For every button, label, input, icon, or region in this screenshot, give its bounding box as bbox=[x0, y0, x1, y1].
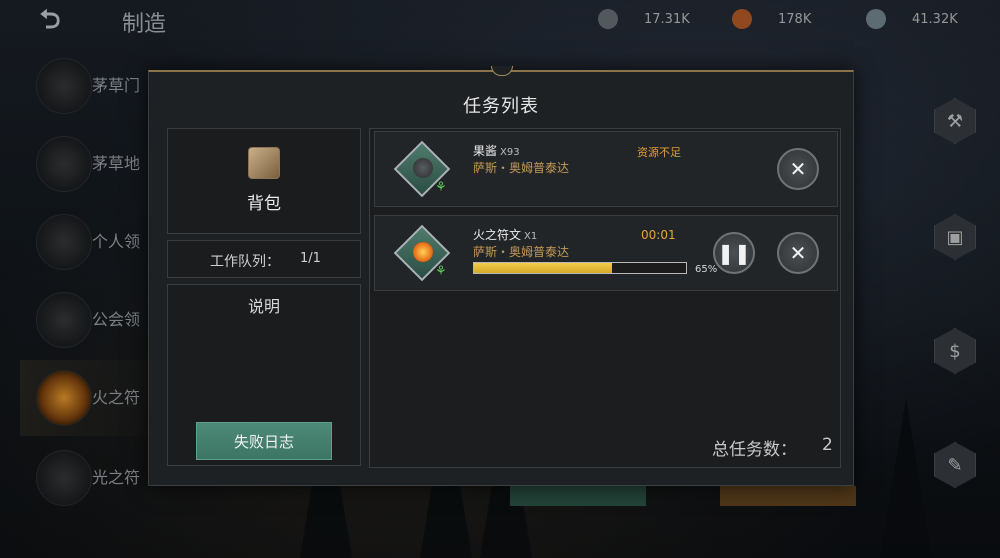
task-icon: ⚘ bbox=[393, 140, 451, 198]
fire-rune-icon bbox=[413, 242, 433, 262]
close-icon: ✕ bbox=[789, 157, 807, 181]
task-owner: 萨斯・奥姆普泰达 bbox=[473, 161, 570, 175]
description-panel: 说明 失败日志 bbox=[167, 284, 361, 466]
jam-icon bbox=[413, 158, 433, 178]
task-row: ⚘ 果酱 X93 萨斯・奥姆普泰达 资源不足 ✕ bbox=[374, 131, 838, 207]
work-queue-panel: 工作队列： 1/1 bbox=[167, 240, 361, 278]
task-name-text: 火之符文 bbox=[473, 228, 522, 242]
task-list: ⚘ 果酱 X93 萨斯・奥姆普泰达 资源不足 ✕ ⚘ 火之符文 X1 萨斯・奥姆普泰… bbox=[369, 128, 841, 468]
total-tasks-value: 2 bbox=[822, 435, 833, 455]
task-status: 资源不足 bbox=[637, 146, 681, 159]
task-name: 火之符文 X1 bbox=[473, 226, 537, 243]
sprout-icon: ⚘ bbox=[435, 264, 447, 279]
total-tasks-label: 总任务数： bbox=[712, 440, 797, 460]
sprout-icon: ⚘ bbox=[435, 180, 447, 195]
task-list-modal: 任务列表 背包 工作队列： 1/1 说明 失败日志 ⚘ 果酱 X93 萨斯・奥姆普… bbox=[148, 66, 854, 486]
cancel-task-button[interactable]: ✕ bbox=[777, 232, 819, 274]
task-quantity: X93 bbox=[500, 147, 520, 158]
task-timer: 00:01 bbox=[641, 228, 676, 242]
bag-panel[interactable]: 背包 bbox=[167, 128, 361, 234]
pause-task-button[interactable]: ❚❚ bbox=[713, 232, 755, 274]
task-row: ⚘ 火之符文 X1 萨斯・奥姆普泰达 00:01 65% ❚❚ ✕ bbox=[374, 215, 838, 291]
close-icon: ✕ bbox=[789, 241, 807, 265]
work-queue-value: 1/1 bbox=[300, 251, 321, 266]
task-icon: ⚘ bbox=[393, 224, 451, 282]
cancel-task-button[interactable]: ✕ bbox=[777, 148, 819, 190]
work-queue-label: 工作队列： bbox=[210, 254, 280, 270]
description-label: 说明 bbox=[247, 297, 280, 316]
progress-bar bbox=[473, 262, 687, 274]
progress-fill bbox=[474, 263, 612, 273]
progress-percent: 65% bbox=[695, 264, 718, 275]
fail-log-button[interactable]: 失败日志 bbox=[196, 422, 332, 460]
task-quantity: X1 bbox=[524, 231, 538, 242]
bag-icon bbox=[248, 147, 280, 179]
task-name: 果酱 X93 bbox=[473, 142, 520, 159]
ornament bbox=[491, 66, 513, 76]
bag-label: 背包 bbox=[247, 194, 281, 214]
task-name-text: 果酱 bbox=[473, 144, 498, 158]
pause-icon: ❚❚ bbox=[717, 241, 751, 265]
task-owner: 萨斯・奥姆普泰达 bbox=[473, 245, 570, 259]
modal-title: 任务列表 bbox=[463, 96, 539, 117]
